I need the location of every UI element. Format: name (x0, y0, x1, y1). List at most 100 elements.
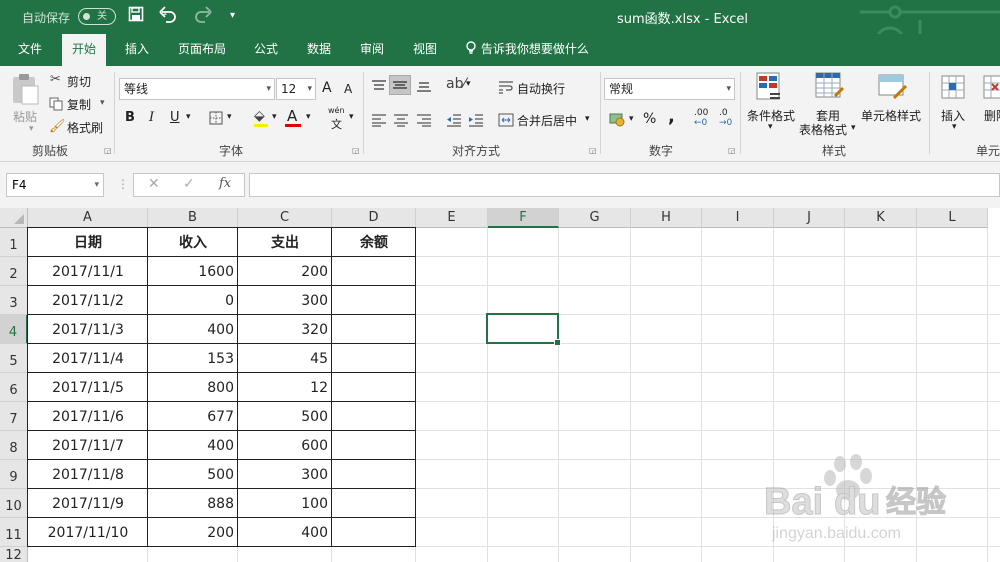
tab-view[interactable]: 视图 (403, 34, 447, 66)
tab-insert[interactable]: 插入 (115, 34, 159, 66)
table-cell[interactable]: 600 (238, 431, 332, 460)
table-cell[interactable] (332, 257, 416, 286)
copy-icon[interactable] (49, 96, 63, 115)
name-box-dropdown-icon[interactable]: ▾ (94, 174, 99, 196)
cell-styles-button[interactable]: 单元格样式 (861, 107, 921, 124)
table-cell[interactable] (332, 431, 416, 460)
table-cell[interactable]: 500 (238, 402, 332, 431)
format-painter-button[interactable]: 格式刷 (67, 119, 103, 136)
font-color-icon[interactable]: A (287, 107, 297, 125)
grow-font-button[interactable]: A (322, 80, 332, 96)
table-cell[interactable]: 45 (238, 344, 332, 373)
merge-center-icon[interactable] (498, 112, 514, 131)
italic-button[interactable]: I (149, 110, 154, 125)
align-center-icon[interactable] (393, 112, 409, 131)
column-header-k[interactable]: K (845, 208, 917, 228)
align-middle-icon[interactable] (389, 75, 411, 95)
insert-cells-icon[interactable] (940, 74, 966, 104)
row-header-1[interactable]: 1 (0, 228, 28, 257)
cancel-icon[interactable]: ✕ (148, 176, 160, 192)
fill-color-icon[interactable]: ⬙ (254, 108, 265, 124)
row-header-2[interactable]: 2 (0, 257, 28, 286)
column-header-b[interactable]: B (148, 208, 238, 228)
format-as-table-icon[interactable] (815, 72, 845, 106)
align-bottom-icon[interactable] (416, 78, 432, 97)
format-as-table-dropdown-icon[interactable]: ▾ (851, 123, 856, 133)
wrap-text-button[interactable]: 自动换行 (517, 80, 565, 97)
cell-styles-icon[interactable] (878, 72, 908, 106)
phonetic-icon-top[interactable]: wén (328, 106, 345, 115)
tab-formulas[interactable]: 公式 (244, 34, 288, 66)
cell-header-a[interactable]: 日期 (28, 228, 148, 257)
row-header-12[interactable]: 12 (0, 547, 28, 562)
row-header-11[interactable]: 11 (0, 518, 28, 547)
merge-dropdown-icon[interactable]: ▾ (585, 114, 590, 124)
format-painter-icon[interactable]: 🖌 (49, 119, 66, 134)
save-icon[interactable] (128, 6, 144, 26)
phonetic-icon[interactable]: 文 (331, 116, 342, 132)
row-header-4[interactable]: 4 (0, 315, 28, 344)
cell-header-c[interactable]: 支出 (238, 228, 332, 257)
tab-page-layout[interactable]: 页面布局 (168, 34, 236, 66)
borders-icon[interactable] (209, 110, 223, 129)
font-launcher-icon[interactable]: ◲ (352, 146, 360, 155)
tab-review[interactable]: 审阅 (350, 34, 394, 66)
redo-icon[interactable] (193, 5, 213, 27)
row-header-3[interactable]: 3 (0, 286, 28, 315)
cell-header-b[interactable]: 收入 (148, 228, 238, 257)
table-cell[interactable]: 2017/11/1 (28, 257, 148, 286)
table-cell[interactable]: 1600 (148, 257, 238, 286)
table-cell[interactable]: 2017/11/3 (28, 315, 148, 344)
delete-cells-button[interactable]: 删除 (984, 107, 1000, 124)
table-cell[interactable]: 100 (238, 489, 332, 518)
tell-me-box[interactable]: 告诉我你想要做什么 (465, 34, 589, 66)
table-cell[interactable]: 300 (238, 460, 332, 489)
table-cell[interactable]: 500 (148, 460, 238, 489)
column-header-j[interactable]: J (774, 208, 845, 228)
underline-dropdown-icon[interactable]: ▾ (186, 112, 191, 122)
active-cell-f4[interactable] (486, 313, 561, 346)
increase-decimal-button[interactable]: .00 (694, 108, 708, 118)
row-header-8[interactable]: 8 (0, 431, 28, 460)
wrap-text-icon[interactable] (498, 79, 514, 98)
alignment-launcher-icon[interactable]: ◲ (589, 146, 597, 155)
table-cell[interactable] (332, 460, 416, 489)
font-name-select[interactable]: 等线 ▾ (119, 78, 275, 100)
customize-qat-icon[interactable]: ▾ (230, 10, 235, 21)
column-header-d[interactable]: D (332, 208, 416, 228)
align-right-icon[interactable] (416, 112, 432, 131)
row-header-7[interactable]: 7 (0, 402, 28, 431)
table-cell[interactable]: 320 (238, 315, 332, 344)
insert-dropdown-icon[interactable]: ▾ (952, 122, 957, 132)
paste-dropdown-icon[interactable]: ▾ (29, 124, 34, 134)
column-header-i[interactable]: I (702, 208, 774, 228)
table-cell[interactable] (332, 373, 416, 402)
row-header-6[interactable]: 6 (0, 373, 28, 402)
table-cell[interactable]: 0 (148, 286, 238, 315)
formula-bar-grip-icon[interactable]: ⋮ (117, 177, 129, 191)
table-cell[interactable]: 2017/11/7 (28, 431, 148, 460)
cut-icon[interactable]: ✂ (50, 72, 61, 87)
accounting-format-icon[interactable] (609, 111, 625, 131)
table-cell[interactable] (332, 344, 416, 373)
tab-data[interactable]: 数据 (297, 34, 341, 66)
table-cell[interactable] (332, 402, 416, 431)
column-header-f[interactable]: F (488, 208, 559, 228)
insert-function-icon[interactable]: fx (219, 176, 231, 191)
table-cell[interactable]: 300 (238, 286, 332, 315)
row-header-10[interactable]: 10 (0, 489, 28, 518)
table-cell[interactable] (332, 518, 416, 547)
cut-button[interactable]: 剪切 (67, 73, 91, 90)
table-cell[interactable]: 2017/11/10 (28, 518, 148, 547)
table-cell[interactable]: 400 (148, 315, 238, 344)
table-cell[interactable]: 2017/11/4 (28, 344, 148, 373)
enter-icon[interactable]: ✓ (183, 176, 195, 192)
align-left-icon[interactable] (371, 112, 387, 131)
table-cell[interactable]: 677 (148, 402, 238, 431)
shrink-font-button[interactable]: A (344, 82, 352, 96)
row-header-5[interactable]: 5 (0, 344, 28, 373)
table-cell[interactable] (332, 489, 416, 518)
conditional-dropdown-icon[interactable]: ▾ (768, 122, 773, 132)
clipboard-launcher-icon[interactable]: ◲ (104, 146, 112, 155)
cell-header-d[interactable]: 余额 (332, 228, 416, 257)
